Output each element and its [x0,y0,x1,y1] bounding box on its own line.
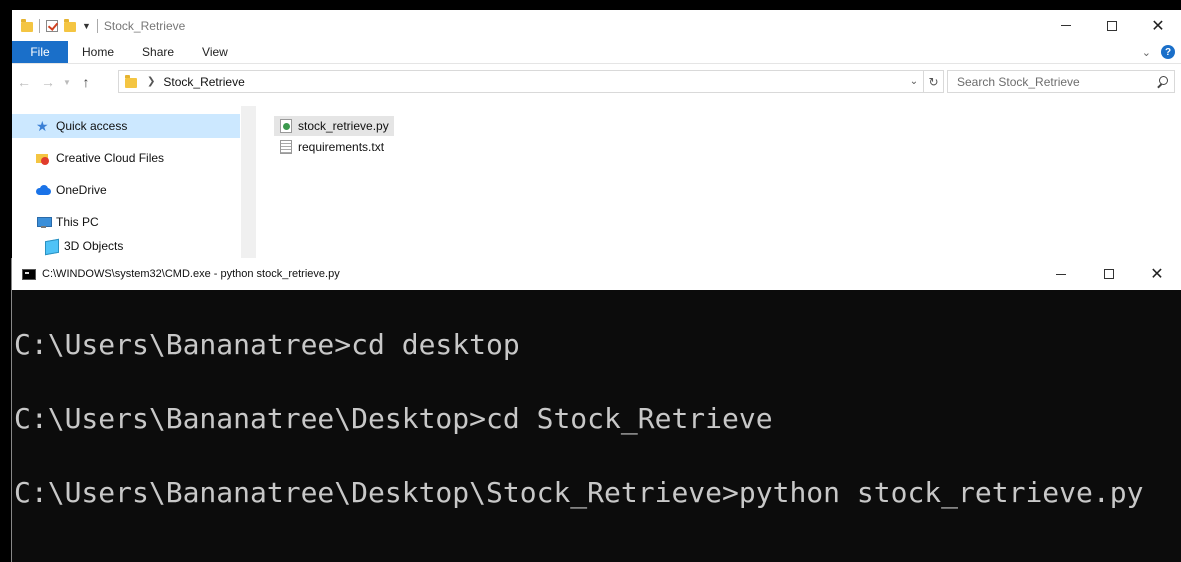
list-item-stock-retrieve-py[interactable]: stock_retrieve.py [274,116,394,136]
folder-icon [21,18,33,32]
maximize-button[interactable] [1085,258,1133,290]
minimize-button[interactable] [1037,258,1085,290]
customize-toolbar-icon[interactable]: ▼ [82,21,91,31]
sidebar-item-creative-cloud[interactable]: Creative Cloud Files [12,146,240,170]
back-arrow-icon[interactable]: ← [12,74,36,90]
text-file-icon [280,140,292,154]
minimize-icon [1056,273,1066,275]
address-bar[interactable]: ❯ Stock_Retrieve ⌄ ↻ [118,70,944,93]
navigation-pane: ★ Quick access Creative Cloud Files OneD… [12,106,256,262]
sidebar-item-quick-access[interactable]: ★ Quick access [12,114,240,138]
window-title: Stock_Retrieve [103,18,186,33]
python-file-icon [280,119,292,133]
maximize-icon [1107,20,1117,31]
minimize-button[interactable] [1043,10,1089,41]
sidebar-item-label: Quick access [56,119,128,133]
sidebar-item-label: Creative Cloud Files [56,151,165,165]
expand-ribbon-icon[interactable]: ⌄ [1142,46,1151,59]
console-output[interactable]: C:\Users\Bananatree>cd desktop C:\Users\… [12,290,1181,562]
console-line: C:\Users\Bananatree\Desktop\Stock_Retrie… [14,476,1144,509]
divider [96,18,98,33]
cmd-titlebar: C:\WINDOWS\system32\CMD.exe - python sto… [12,258,1181,290]
tab-share[interactable]: Share [128,41,188,63]
explorer-titlebar: ▼ Stock_Retrieve ✕ [12,10,1181,41]
breadcrumb-chevron-icon[interactable]: ❯ [147,76,155,87]
tab-view[interactable]: View [188,41,242,63]
close-button[interactable]: ✕ [1133,258,1181,290]
folder-icon [125,74,137,88]
console-line: C:\Users\Bananatree>cd desktop [14,328,520,361]
sidebar-item-onedrive[interactable]: OneDrive [12,178,240,202]
ribbon-tabs: File Home Share View ⌄ ? [12,41,1181,64]
file-name: stock_retrieve.py [298,119,389,133]
search-box[interactable] [947,70,1175,93]
minimize-icon [1061,25,1071,26]
new-folder-icon[interactable] [64,18,76,32]
search-icon [1156,75,1168,88]
tab-file[interactable]: File [12,41,68,63]
forward-arrow-icon[interactable]: → [36,74,60,90]
file-name: requirements.txt [298,140,385,154]
close-icon: ✕ [1151,17,1165,35]
computer-icon [36,215,52,229]
creative-cloud-icon [36,151,50,165]
navigation-scrollbar[interactable] [241,106,256,262]
recent-locations-icon[interactable]: ▼ [60,78,74,87]
window-controls: ✕ [1043,10,1181,41]
cube-icon [44,239,58,253]
divider [39,18,40,33]
file-explorer-window: ▼ Stock_Retrieve ✕ File Home Share View … [12,10,1181,262]
sidebar-item-this-pc[interactable]: This PC [12,210,240,234]
breadcrumb[interactable]: Stock_Retrieve [163,75,244,89]
list-item-requirements-txt[interactable]: requirements.txt [274,137,389,157]
file-list: stock_retrieve.py requirements.txt [256,106,1181,262]
sidebar-item-3d-objects[interactable]: 3D Objects [12,234,240,258]
address-actions: ⌄ ↻ [905,71,943,92]
refresh-icon[interactable]: ↻ [923,71,943,92]
maximize-icon [1104,269,1114,279]
cmd-icon [22,268,36,280]
search-input[interactable] [957,74,1147,89]
ribbon-right: ⌄ ? [1142,41,1181,63]
address-dropdown-icon[interactable]: ⌄ [905,76,923,87]
sidebar-item-label: This PC [56,215,99,229]
help-icon[interactable]: ? [1161,45,1175,59]
close-icon: ✕ [1150,266,1164,283]
console-line: C:\Users\Bananatree\Desktop>cd Stock_Ret… [14,402,773,435]
maximize-button[interactable] [1089,10,1135,41]
star-icon: ★ [36,118,49,134]
sidebar-item-label: 3D Objects [64,239,124,253]
close-button[interactable]: ✕ [1135,10,1181,41]
quick-access-toolbar: ▼ [12,18,98,33]
cmd-window-title: C:\WINDOWS\system32\CMD.exe - python sto… [42,268,340,280]
command-prompt-window: C:\WINDOWS\system32\CMD.exe - python sto… [11,258,1181,562]
tab-home[interactable]: Home [68,41,128,63]
up-arrow-icon[interactable]: ↑ [74,74,98,90]
cmd-window-controls: ✕ [1037,258,1181,290]
properties-icon[interactable] [46,19,58,32]
onedrive-icon [36,183,51,197]
navigation-bar: ← → ▼ ↑ ❯ Stock_Retrieve ⌄ ↻ [12,68,1181,96]
sidebar-item-label: OneDrive [56,183,107,197]
